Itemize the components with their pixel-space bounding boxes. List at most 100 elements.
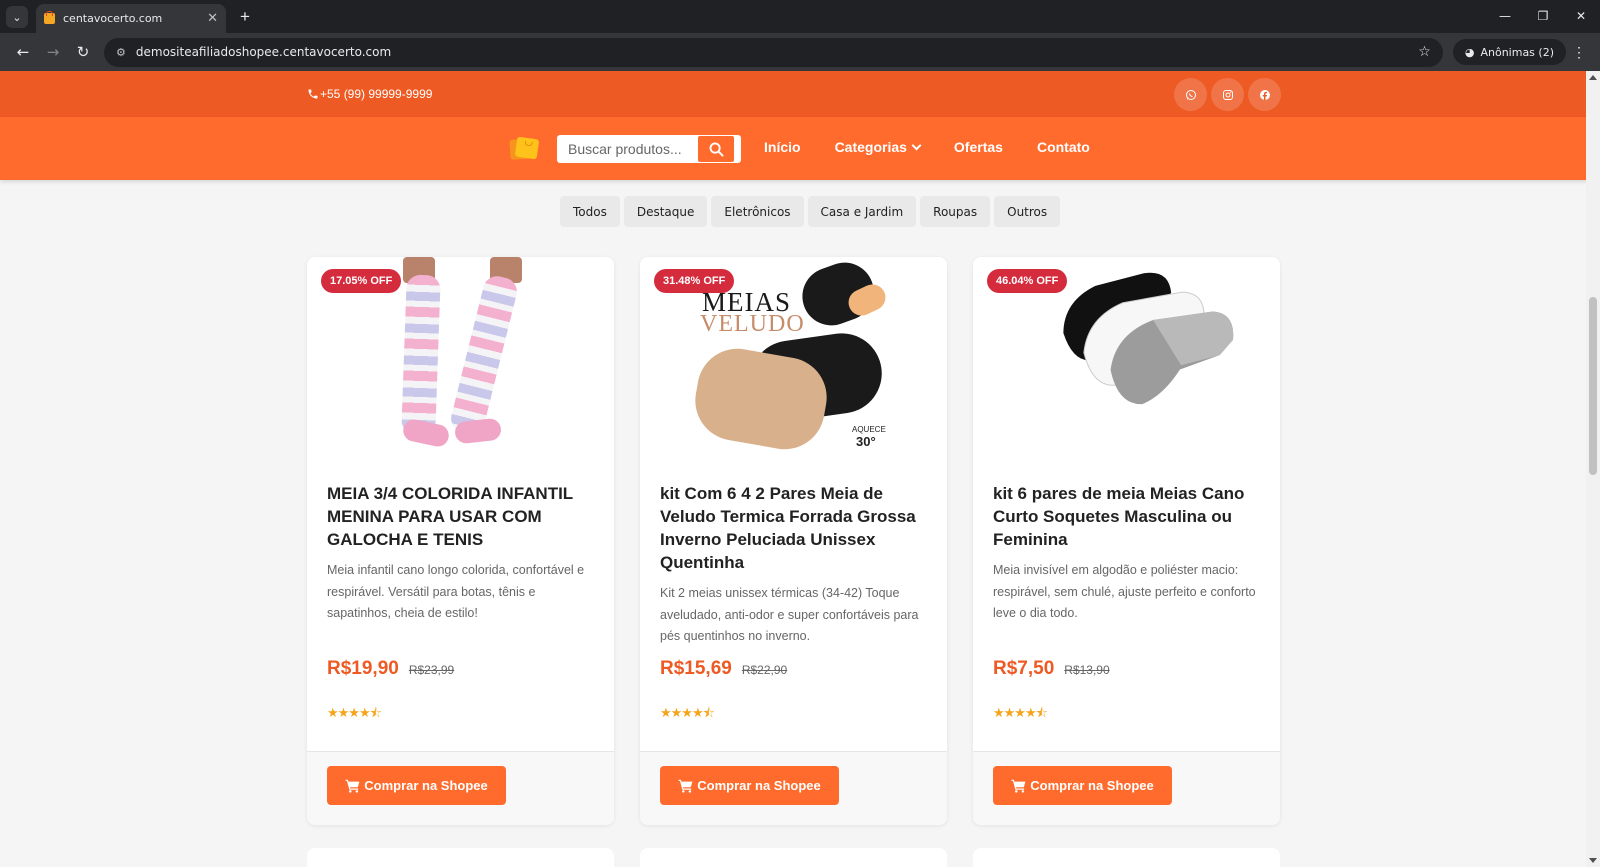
filter-destaque[interactable]: Destaque (623, 196, 708, 227)
site-favicon-icon (44, 11, 55, 24)
cart-icon (345, 779, 360, 793)
forward-button[interactable]: → (38, 43, 68, 61)
phone-contact[interactable]: +55 (99) 99999-9999 (307, 87, 432, 101)
url-text[interactable]: demositeafiliadoshopee.centavocerto.com (136, 45, 1418, 59)
current-price: R$19,90 (327, 658, 399, 679)
buy-button-label: Comprar na Shopee (697, 778, 821, 793)
minimize-button[interactable]: — (1486, 0, 1524, 33)
tab-close-icon[interactable]: ✕ (207, 11, 218, 26)
menu-item-categorias-label: Categorias (834, 139, 907, 155)
social-links (1174, 78, 1285, 111)
site-logo[interactable] (509, 136, 540, 160)
restore-button[interactable]: ❐ (1524, 0, 1562, 33)
cart-icon (1011, 779, 1026, 793)
rating-stars: ★★★★⯪ (327, 705, 382, 720)
product-title[interactable]: kit Com 6 4 2 Pares Meia de Veludo Termi… (660, 482, 935, 574)
browser-menu-icon[interactable]: ⋮ (1566, 44, 1592, 61)
incognito-indicator[interactable]: ◕ Anônimas (2) (1452, 39, 1566, 65)
next-row-cards-partial (307, 848, 1306, 867)
chevron-down-icon (911, 140, 922, 150)
tab-search-button[interactable]: ⌄ (6, 6, 28, 28)
address-bar-row: ← → ↻ ⚙ demositeafiliadoshopee.centavoce… (0, 33, 1600, 71)
product-card[interactable]: MEIAS VELUDO AQUECE 30° 31.48% OFF kit C… (640, 257, 947, 825)
search-input[interactable] (557, 135, 697, 163)
top-contact-bar: +55 (99) 99999-9999 (0, 71, 1600, 117)
product-title[interactable]: kit 6 pares de meia Meias Cano Curto Soq… (993, 482, 1268, 551)
product-image[interactable]: 17.05% OFF (307, 257, 614, 462)
phone-icon (308, 89, 318, 99)
product-grid: 17.05% OFF MEIA 3/4 COLORIDA INFANTIL ME… (307, 257, 1306, 825)
product-card[interactable]: 46.04% OFF kit 6 pares de meia Meias Can… (973, 257, 1280, 825)
scroll-up-arrow-icon[interactable] (1589, 75, 1597, 80)
main-menu: Início Categorias Ofertas Contato (764, 139, 1124, 155)
product-title[interactable]: MEIA 3/4 COLORIDA INFANTIL MENINA PARA U… (327, 482, 602, 551)
menu-item-inicio[interactable]: Início (764, 139, 801, 155)
category-filters: Todos Destaque Eletrônicos Casa e Jardim… (560, 196, 1064, 227)
new-tab-button[interactable]: + (240, 7, 250, 27)
card-footer: Comprar na Shopee (307, 751, 614, 825)
incognito-icon: ◕ (1464, 45, 1475, 59)
product-card-partial[interactable] (307, 848, 614, 867)
image-text-veludo: VELUDO (700, 311, 805, 337)
scrollbar-thumb[interactable] (1589, 297, 1597, 475)
price-block: R$19,90 R$23,99 (327, 658, 454, 680)
current-price: R$7,50 (993, 658, 1055, 679)
facebook-icon[interactable] (1248, 78, 1281, 111)
image-text-aquece: AQUECE (852, 425, 886, 434)
tab-title: centavocerto.com (63, 12, 163, 25)
phone-number: +55 (99) 99999-9999 (320, 87, 433, 101)
buy-button-label: Comprar na Shopee (1030, 778, 1154, 793)
browser-tabbar: ⌄ centavocerto.com ✕ + — ❐ ✕ (0, 0, 1600, 33)
price-block: R$15,69 R$22,90 (660, 658, 787, 680)
buy-on-shopee-button[interactable]: Comprar na Shopee (993, 766, 1172, 805)
card-footer: Comprar na Shopee (640, 751, 947, 825)
discount-badge: 31.48% OFF (654, 269, 735, 293)
buy-button-label: Comprar na Shopee (364, 778, 488, 793)
incognito-label: Anônimas (2) (1480, 45, 1554, 59)
product-image[interactable]: MEIAS VELUDO AQUECE 30° 31.48% OFF (640, 257, 947, 462)
price-block: R$7,50 R$13,90 (993, 658, 1110, 680)
filter-roupas[interactable]: Roupas (920, 196, 991, 227)
instagram-icon[interactable] (1211, 78, 1244, 111)
product-description: Meia invisível em algodão e poliéster ma… (993, 563, 1256, 620)
close-window-button[interactable]: ✕ (1562, 0, 1600, 33)
browser-tab[interactable]: centavocerto.com ✕ (36, 4, 226, 33)
product-card-partial[interactable] (640, 848, 947, 867)
back-button[interactable]: ← (8, 43, 38, 61)
product-description: Meia infantil cano longo colorida, confo… (327, 563, 585, 620)
image-text-temperature: 30° (856, 434, 876, 449)
menu-item-contato[interactable]: Contato (1037, 139, 1090, 155)
discount-badge: 46.04% OFF (987, 269, 1068, 293)
card-footer: Comprar na Shopee (973, 751, 1280, 825)
filter-casa-e-jardim[interactable]: Casa e Jardim (807, 196, 917, 227)
rating-stars: ★★★★⯪ (660, 705, 715, 720)
shopping-bag-icon (514, 136, 540, 160)
filter-outros[interactable]: Outros (994, 196, 1061, 227)
page-scrollbar[interactable] (1586, 71, 1600, 867)
whatsapp-icon[interactable] (1174, 78, 1207, 111)
menu-item-ofertas[interactable]: Ofertas (954, 139, 1003, 155)
buy-on-shopee-button[interactable]: Comprar na Shopee (660, 766, 839, 805)
reload-button[interactable]: ↻ (68, 43, 98, 61)
filter-eletronicos[interactable]: Eletrônicos (711, 196, 804, 227)
product-description: Kit 2 meias unissex térmicas (34-42) Toq… (660, 586, 919, 643)
search-button[interactable] (697, 135, 735, 163)
old-price: R$13,90 (1064, 663, 1110, 677)
rating-stars: ★★★★⯪ (993, 705, 1048, 720)
menu-item-categorias[interactable]: Categorias (834, 139, 922, 155)
omnibox[interactable]: ⚙ demositeafiliadoshopee.centavocerto.co… (104, 37, 1443, 67)
product-image[interactable]: 46.04% OFF (973, 257, 1280, 462)
old-price: R$23,99 (408, 663, 455, 677)
product-card[interactable]: 17.05% OFF MEIA 3/4 COLORIDA INFANTIL ME… (307, 257, 614, 825)
scroll-down-arrow-icon[interactable] (1589, 858, 1597, 863)
product-card-partial[interactable] (973, 848, 1280, 867)
site-info-icon[interactable]: ⚙ (116, 46, 126, 59)
buy-on-shopee-button[interactable]: Comprar na Shopee (327, 766, 506, 805)
window-controls: — ❐ ✕ (1486, 0, 1600, 33)
filter-todos[interactable]: Todos (560, 196, 620, 227)
cart-icon (678, 779, 693, 793)
old-price: R$22,90 (741, 663, 788, 677)
bookmark-star-icon[interactable]: ☆ (1418, 44, 1431, 60)
product-search (557, 135, 741, 163)
main-navbar: Início Categorias Ofertas Contato (0, 117, 1600, 180)
